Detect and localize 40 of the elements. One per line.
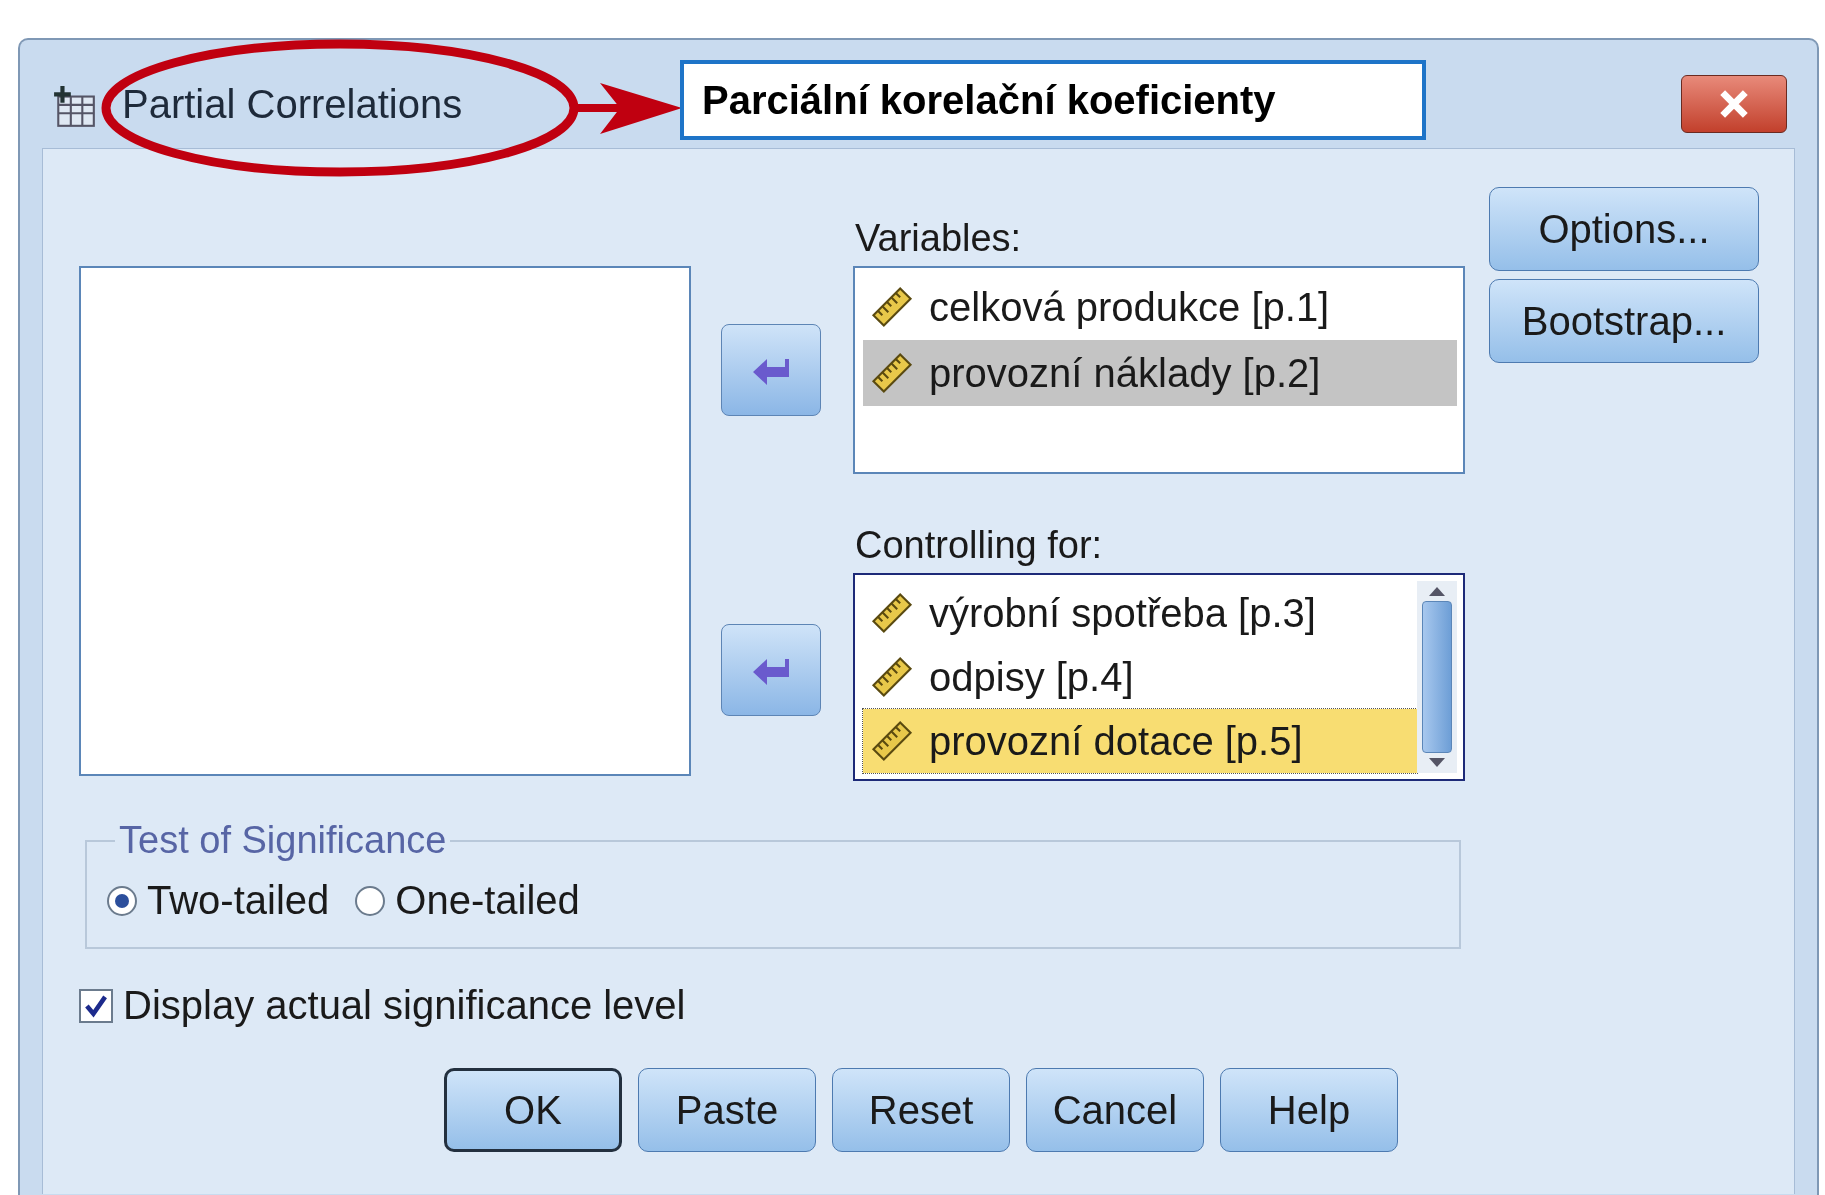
variable-list[interactable]: celková produkce [p.1] provozní náklady [p.2] [853, 266, 1465, 474]
scrollbar[interactable] [1417, 581, 1457, 773]
checkbox-label: Display actual significance level [123, 983, 686, 1028]
radio-button[interactable] [107, 885, 137, 916]
scroll-down-icon [1427, 757, 1447, 769]
window-title: Partial Correlations [122, 81, 463, 127]
list-label: Controlling for: [855, 524, 1104, 567]
side-button[interactable]: Bootstrap... [1489, 279, 1759, 363]
radio-option[interactable]: Two-tailed [107, 878, 330, 923]
dialog-button[interactable]: Help [1220, 1068, 1398, 1152]
group-title: Test of Significance [118, 819, 448, 862]
dialog-button[interactable]: Paste [638, 1068, 816, 1152]
variable-list[interactable]: výrobní spotřeba [p.3] odpisy [p.4] provozní dotace [p.5] [853, 573, 1465, 781]
variable-item[interactable]: odpisy [p.4] [863, 645, 1417, 709]
move-button[interactable] [721, 324, 821, 416]
move-button[interactable] [721, 624, 821, 716]
variable-item[interactable]: celková produkce [p.1] [863, 274, 1457, 340]
annotation-label: Parciální korelační koeficienty [680, 60, 1426, 140]
close-button[interactable] [1681, 75, 1787, 133]
variable-name: provozní dotace [p.5] [929, 718, 1303, 764]
table-icon [52, 84, 98, 130]
variable-item[interactable]: provozní náklady [p.2] [863, 340, 1457, 406]
scroll-up-icon [1427, 585, 1447, 597]
dialog-button[interactable]: Cancel [1026, 1068, 1204, 1152]
checkbox[interactable] [79, 988, 113, 1023]
radio-label: One-tailed [395, 878, 580, 923]
radio-option[interactable]: One-tailed [355, 878, 580, 923]
dialog-button[interactable]: OK [444, 1068, 622, 1152]
variable-name: odpisy [p.4] [929, 654, 1134, 700]
variable-name: provozní náklady [p.2] [929, 350, 1321, 396]
dialog-button[interactable]: Reset [832, 1068, 1010, 1152]
radio-button[interactable] [355, 885, 386, 916]
variable-name: výrobní spotřeba [p.3] [929, 590, 1316, 636]
variable-item[interactable]: výrobní spotřeba [p.3] [863, 581, 1417, 645]
variable-item[interactable]: provozní dotace [p.5] [863, 709, 1417, 773]
radio-label: Two-tailed [147, 878, 330, 923]
variable-name: celková produkce [p.1] [929, 284, 1330, 330]
scrollbar-thumb[interactable] [1422, 601, 1452, 753]
side-button[interactable]: Options... [1489, 187, 1759, 271]
list-label: Variables: [855, 217, 1023, 260]
